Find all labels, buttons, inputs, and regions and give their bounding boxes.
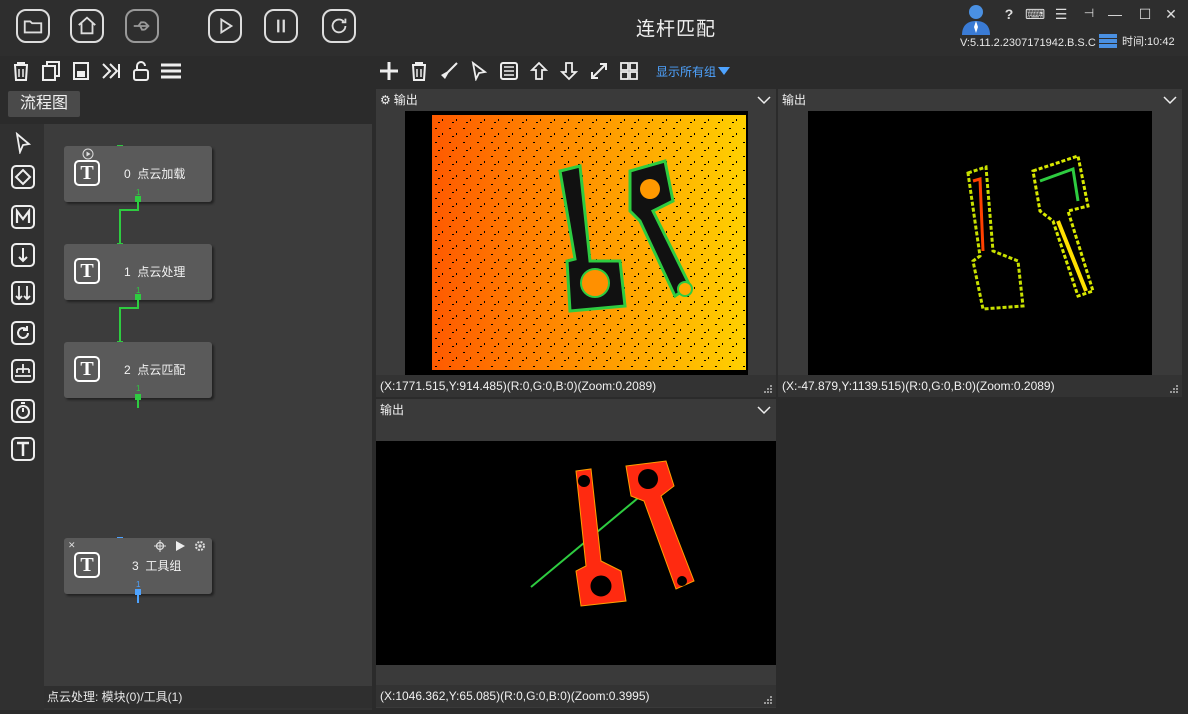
tool-palette (0, 124, 44, 710)
pin-icon[interactable]: ⊣ (1078, 6, 1100, 20)
text-tool-icon[interactable] (10, 436, 36, 462)
tab-flowchart[interactable]: 流程图 (8, 91, 80, 117)
show-all-groups-label: 显示所有组 (656, 64, 717, 79)
maximize-icon[interactable]: ☐ (1134, 6, 1156, 23)
calculator-icon[interactable] (498, 60, 520, 82)
port-label: 1 (136, 580, 141, 589)
chevron-down-icon (718, 67, 731, 75)
timer-tool-icon[interactable] (10, 398, 36, 424)
play-icon[interactable] (174, 540, 186, 552)
empty-view-area (778, 400, 1188, 714)
brush-icon[interactable] (438, 60, 460, 82)
module-tool-icon[interactable] (10, 204, 36, 230)
title-bar: 连杆匹配 ? ⌨ ☰ ⊣ — ☐ ✕ V:5.11.2.2307171942.B… (0, 0, 1188, 56)
unlock-icon[interactable] (130, 60, 152, 82)
view-status: (X:1046.362,Y:65.085)(R:0,G:0,B:0)(Zoom:… (376, 685, 776, 707)
step-icon[interactable] (100, 60, 122, 82)
flow-toolbar (10, 60, 182, 82)
port-label: 1 (136, 384, 141, 393)
arrow-down-icon[interactable] (558, 60, 580, 82)
image-view-1[interactable]: ⚙ 输出 (X:1771.515,Y:914.485)(R:0,G:0,B:0)… (376, 89, 776, 397)
branch-tool-icon[interactable] (10, 164, 36, 190)
gear-icon[interactable]: ⚙ (380, 89, 391, 111)
image-view-3[interactable]: 输出 (X:1046.362,Y:65.085)(R:0,G:0,B:0)(Zo… (376, 399, 776, 708)
double-arrow-tool-icon[interactable] (10, 280, 36, 306)
resize-grip-icon[interactable] (1169, 384, 1179, 394)
connector-wire (119, 209, 121, 244)
down-arrow-tool-icon[interactable] (10, 242, 36, 268)
view-header: 输出 (376, 399, 776, 421)
copy-icon[interactable] (40, 60, 62, 82)
view-title: 输出 (380, 403, 405, 417)
text-tool-icon: T (74, 258, 100, 284)
node-label: 0 点云加载 (124, 167, 186, 181)
pointer-tool-icon[interactable] (10, 130, 36, 156)
view-toolbar: 显示所有组 (378, 60, 731, 82)
save-icon[interactable] (70, 60, 92, 82)
view-status: (X:-47.879,Y:1139.515)(R:0,G:0,B:0)(Zoom… (778, 375, 1182, 397)
flow-status-bar: 点云处理: 模块(0)/工具(1) (44, 686, 372, 708)
connector-wire (119, 209, 139, 211)
connector-wire (137, 400, 139, 408)
help-icon[interactable]: ? (998, 6, 1020, 22)
text-tool-icon: T (74, 356, 100, 382)
close-node-icon[interactable]: ✕ (68, 540, 76, 551)
expand-icon[interactable] (588, 60, 610, 82)
user-avatar-icon[interactable] (958, 3, 994, 35)
version-text: V:5.11.2.2307171942.B.S.C (960, 37, 1096, 49)
view-header: ⚙ 输出 (376, 89, 776, 111)
delete-icon[interactable] (10, 60, 32, 82)
chevron-down-icon[interactable] (756, 89, 772, 111)
list-icon[interactable] (160, 60, 182, 82)
view-title: 输出 (782, 93, 807, 107)
flow-canvas[interactable]: T 0 点云加载 1 T 1 点云处理 1 T 2 点云匹配 1 ✕ T 3 工… (44, 124, 372, 686)
start-icon (82, 148, 94, 160)
view-status: (X:1771.515,Y:914.485)(R:0,G:0,B:0)(Zoom… (376, 375, 776, 397)
segmented-image[interactable] (808, 111, 1152, 375)
node-label: 1 点云处理 (124, 265, 186, 279)
target-icon[interactable] (154, 540, 166, 552)
resize-grip-icon[interactable] (763, 695, 773, 705)
connector-wire (137, 595, 139, 603)
tree-tool-icon[interactable] (10, 358, 36, 384)
image-view-2[interactable]: 输出 (X:-47.879,Y:1139.515)(R:0,G:0,B:0)(Z… (778, 89, 1182, 397)
keyboard-icon[interactable]: ⌨ (1024, 6, 1046, 23)
pointer-icon[interactable] (468, 60, 490, 82)
chevron-down-icon[interactable] (756, 399, 772, 421)
loop-tool-icon[interactable] (10, 320, 36, 346)
menu-icon[interactable]: ☰ (1050, 6, 1072, 23)
node-label: 2 点云匹配 (124, 363, 186, 377)
node-label: 3 工具组 (132, 559, 182, 573)
server-icon (1099, 34, 1117, 48)
chevron-down-icon[interactable] (1162, 89, 1178, 111)
view-header: 输出 (778, 89, 1182, 111)
resize-grip-icon[interactable] (763, 384, 773, 394)
show-all-groups-dropdown[interactable]: 显示所有组 (656, 63, 731, 80)
text-tool-icon: T (74, 160, 100, 186)
grid-icon[interactable] (618, 60, 640, 82)
arrow-up-icon[interactable] (528, 60, 550, 82)
text-tool-icon: T (74, 552, 100, 578)
time-text: 时间:10:42 (1122, 36, 1175, 48)
connector-wire (119, 307, 139, 309)
depth-image[interactable] (405, 111, 748, 375)
minimize-icon[interactable]: — (1104, 6, 1126, 22)
match-result-image[interactable] (376, 441, 776, 665)
gear-icon[interactable] (194, 540, 206, 552)
close-icon[interactable]: ✕ (1160, 6, 1182, 23)
add-icon[interactable] (378, 60, 400, 82)
time-display: 时间:10:42 (1098, 33, 1175, 49)
view-title: 输出 (393, 93, 418, 107)
delete-icon[interactable] (408, 60, 430, 82)
connector-wire (119, 307, 121, 342)
